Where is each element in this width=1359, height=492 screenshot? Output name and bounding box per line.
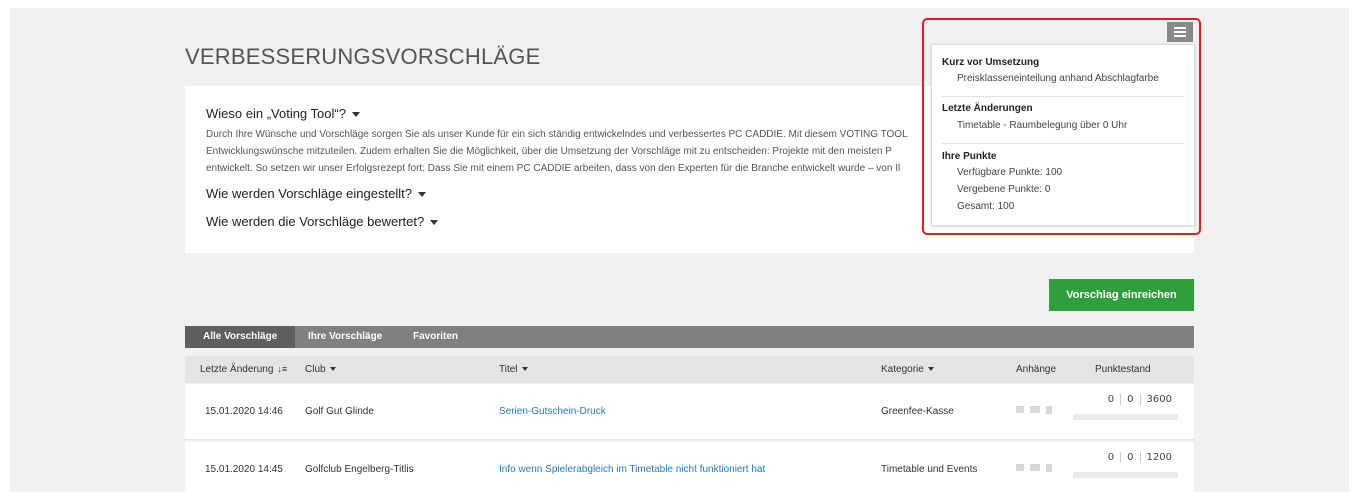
popover-item[interactable]: Preisklasseneinteilung anhand Abschlagfa… <box>957 73 1159 84</box>
popover-section-title: Kurz vor Umsetzung <box>942 57 1040 68</box>
row-club: Golf Gut Glinde <box>305 406 374 417</box>
column-header-category-label: Kategorie <box>881 364 924 375</box>
video-icon <box>1030 406 1040 413</box>
caret-down-icon <box>927 367 934 372</box>
score-progress-bar <box>1073 472 1178 478</box>
faq-submit-how-label: Wie werden Vorschläge eingestellt? <box>206 186 412 201</box>
divider <box>942 96 1184 97</box>
image-icon <box>1016 406 1024 413</box>
tab-favorites[interactable]: Favoriten <box>395 326 476 348</box>
faq-voting-tool[interactable]: Wieso ein „Voting Tool“? <box>206 106 360 121</box>
row-score: 0 0 3600 <box>1073 394 1178 420</box>
row-date: 15.01.2020 14:45 <box>205 464 283 475</box>
available-points: Verfügbare Punkte: 100 <box>957 167 1063 178</box>
video-icon <box>1030 464 1040 471</box>
score-value: 0 <box>1107 394 1115 405</box>
popover-item[interactable]: Timetable - Raumbelegung über 0 Uhr <box>957 120 1127 131</box>
total-points: Gesamt: 100 <box>957 201 1015 212</box>
hamburger-menu-button[interactable] <box>1167 22 1193 42</box>
submit-proposal-button[interactable]: Vorschlag einreichen <box>1049 279 1194 311</box>
column-header-date-label: Letzte Änderung <box>200 364 274 375</box>
column-header-score: Punktestand <box>1095 364 1151 375</box>
caret-down-icon <box>329 367 336 372</box>
column-header-title-label: Titel <box>499 364 518 375</box>
caret-down-icon <box>430 220 439 226</box>
popover-section-title: Letzte Änderungen <box>942 103 1033 114</box>
document-icon <box>1046 406 1052 414</box>
tab-all-proposals[interactable]: Alle Vorschläge <box>185 326 296 348</box>
row-title-link[interactable]: Info wenn Spielerabgleich im Timetable n… <box>499 464 765 475</box>
column-header-club-label: Club <box>305 364 326 375</box>
table-row[interactable]: 15.01.2020 14:46 Golf Gut Glinde Serien-… <box>185 384 1194 440</box>
caret-down-icon <box>351 112 360 118</box>
tab-my-proposals[interactable]: Ihre Vorschläge <box>290 326 400 348</box>
caret-down-icon <box>417 192 426 198</box>
popover-section-title: Ihre Punkte <box>942 151 997 162</box>
row-category: Greenfee-Kasse <box>881 406 954 417</box>
score-value: 0 <box>1120 452 1139 463</box>
caret-down-icon <box>521 367 528 372</box>
row-score: 0 0 1200 <box>1073 452 1178 478</box>
column-header-title[interactable]: Titel <box>499 356 528 383</box>
status-popover: Kurz vor Umsetzung Preisklasseneinteilun… <box>931 44 1195 226</box>
row-date: 15.01.2020 14:46 <box>205 406 283 417</box>
row-attachments <box>1016 406 1052 414</box>
column-header-club[interactable]: Club <box>305 356 336 383</box>
column-header-category[interactable]: Kategorie <box>881 356 934 383</box>
given-points: Vergebene Punkte: 0 <box>957 184 1051 195</box>
table-row[interactable]: 15.01.2020 14:45 Golfclub Engelberg-Titl… <box>185 442 1194 492</box>
row-club: Golfclub Engelberg-Titlis <box>305 464 414 475</box>
hamburger-icon <box>1174 31 1186 33</box>
row-category: Timetable und Events <box>881 464 978 475</box>
row-attachments <box>1016 464 1052 472</box>
score-value: 0 <box>1120 394 1139 405</box>
column-header-date[interactable]: Letzte Änderung ↓≡ <box>200 356 287 383</box>
score-value: 3600 <box>1139 394 1178 405</box>
page-title: VERBESSERUNGSVORSCHLÄGE <box>185 44 541 69</box>
column-header-attachments: Anhänge <box>1016 364 1057 375</box>
score-value: 1200 <box>1139 452 1178 463</box>
score-value: 0 <box>1107 452 1115 463</box>
hamburger-icon <box>1174 35 1186 37</box>
document-icon <box>1046 464 1052 472</box>
hamburger-icon <box>1174 27 1186 29</box>
divider <box>942 143 1184 144</box>
score-progress-bar <box>1073 414 1178 420</box>
faq-rating-how-label: Wie werden die Vorschläge bewertet? <box>206 214 425 229</box>
faq-submit-how[interactable]: Wie werden Vorschläge eingestellt? <box>206 186 426 201</box>
tab-bar: Alle Vorschläge Ihre Vorschläge Favorite… <box>185 326 1194 348</box>
sort-icon: ↓≡ <box>277 364 288 374</box>
image-icon <box>1016 464 1024 471</box>
faq-rating-how[interactable]: Wie werden die Vorschläge bewertet? <box>206 214 439 229</box>
faq-voting-tool-label: Wieso ein „Voting Tool“? <box>206 106 346 121</box>
row-title-link[interactable]: Serien-Gutschein-Druck <box>499 406 606 417</box>
table-header: Letzte Änderung ↓≡ Club Titel Kategorie A… <box>185 356 1194 383</box>
